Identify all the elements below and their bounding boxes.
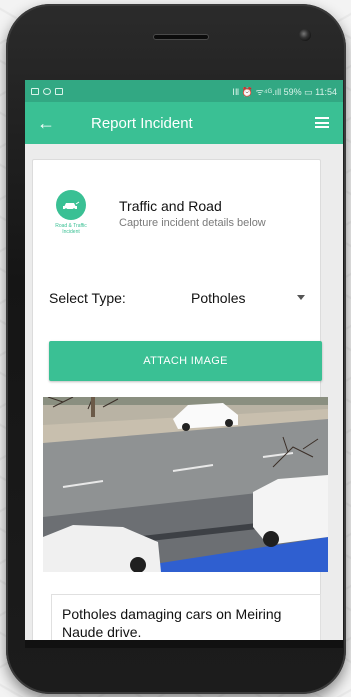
whatsapp-icon — [43, 87, 51, 95]
phone-camera — [299, 29, 311, 41]
attach-image-button[interactable]: ATTACH IMAGE — [49, 341, 322, 381]
chevron-down-icon — [297, 295, 305, 300]
gallery-icon — [31, 87, 39, 95]
category-subtitle: Capture incident details below — [119, 217, 266, 229]
incident-logo: Road & Traffic Incident — [51, 190, 91, 235]
category-title: Traffic and Road — [119, 198, 222, 214]
select-type-label: Select Type: — [49, 290, 126, 306]
back-arrow-icon[interactable]: ← — [37, 113, 59, 134]
app-screen: ⅠⅡ ⏰ ᯤ⁴ᴳ.ıll 59% ▭ 11:54 ← Report Incide… — [25, 80, 343, 640]
logo-caption: Road & Traffic Incident — [55, 223, 87, 235]
car-icon — [56, 190, 86, 220]
message-icon — [55, 87, 63, 95]
description-field[interactable]: Potholes damaging cars on Meiring Naude … — [51, 594, 321, 640]
type-dropdown[interactable]: Potholes — [191, 290, 313, 310]
attached-photo — [43, 397, 328, 572]
app-bar: ← Report Incident — [25, 102, 343, 144]
phone-speaker — [153, 34, 209, 40]
status-right: ⅠⅡ ⏰ ᯤ⁴ᴳ.ıll 59% ▭ 11:54 — [232, 86, 337, 97]
status-bar: ⅠⅡ ⏰ ᯤ⁴ᴳ.ıll 59% ▭ 11:54 — [25, 80, 343, 102]
incident-card: Road & Traffic Incident Traffic and Road… — [32, 159, 328, 640]
status-icons-left — [31, 87, 63, 95]
type-dropdown-value: Potholes — [191, 290, 246, 306]
menu-icon[interactable] — [315, 117, 329, 128]
bottom-bezel — [25, 640, 343, 648]
page-title: Report Incident — [91, 114, 193, 132]
